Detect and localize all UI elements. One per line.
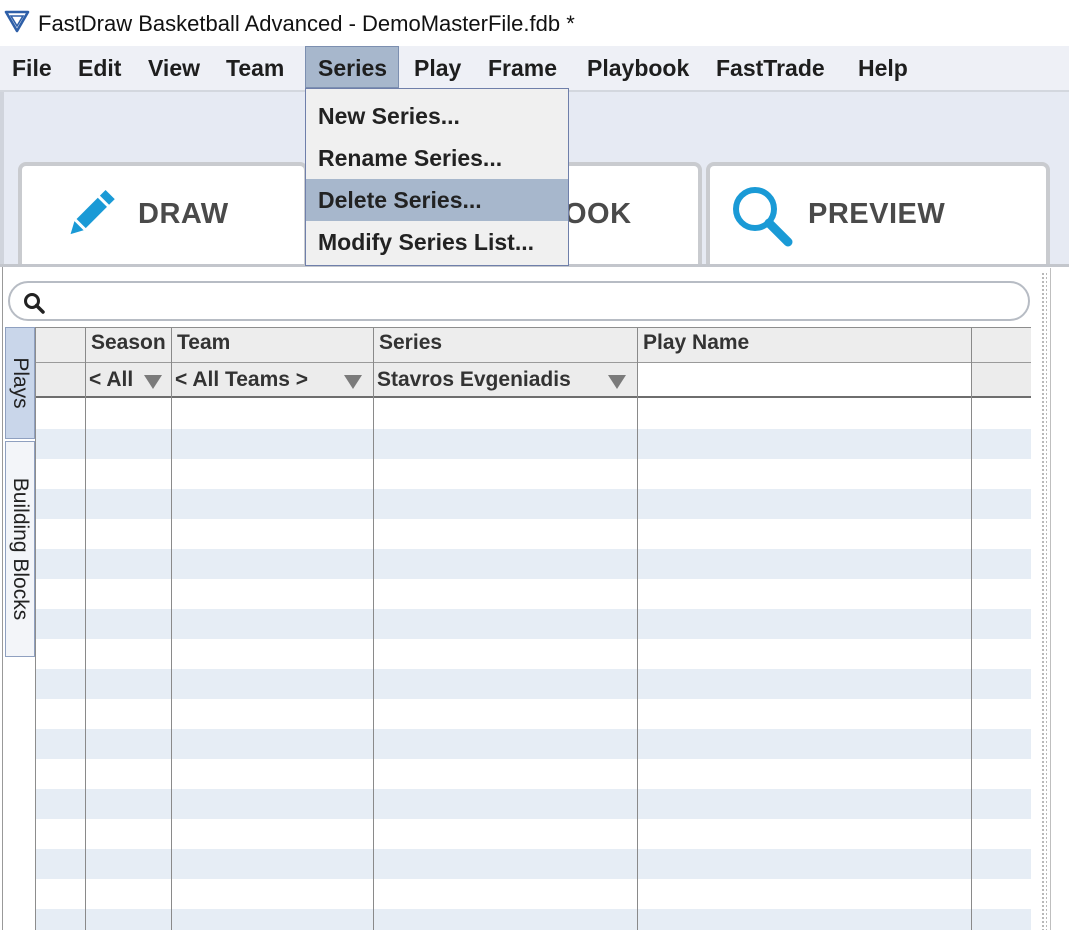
menu-file[interactable]: File [12, 46, 52, 90]
table-row[interactable] [36, 849, 1031, 879]
menu-fasttrade[interactable]: FastTrade [716, 46, 825, 90]
menu-team[interactable]: Team [226, 46, 284, 90]
side-tab-building-blocks-label: Building Blocks [9, 477, 32, 621]
side-tab-plays-label: Plays [9, 357, 32, 409]
column-header-extra[interactable] [972, 328, 1031, 362]
table-row[interactable] [36, 549, 1031, 579]
search-field[interactable] [8, 281, 1030, 321]
dropdown-arrow-icon [608, 375, 626, 389]
table-row[interactable] [36, 879, 1031, 909]
panel-border [2, 267, 3, 930]
table-header: Season Team Series Play Name [36, 328, 1031, 363]
team-filter-value: < All Teams > [175, 368, 309, 391]
column-divider [373, 328, 374, 930]
column-header-season[interactable]: Season [86, 328, 172, 362]
table-row[interactable] [36, 399, 1031, 429]
menu-view[interactable]: View [148, 46, 200, 90]
table-row[interactable] [36, 459, 1031, 489]
column-divider [85, 328, 86, 930]
menu-delete-series[interactable]: Delete Series... [306, 179, 568, 221]
column-header-team[interactable]: Team [172, 328, 374, 362]
table-row[interactable] [36, 819, 1031, 849]
plays-table: Season Team Series Play Name < All < All… [35, 327, 1031, 930]
series-filter-value: Stavros Evgeniadis [377, 368, 571, 391]
side-tab-building-blocks[interactable]: Building Blocks [5, 441, 35, 657]
series-menu-dropdown: New Series... Rename Series... Delete Se… [305, 88, 569, 266]
table-row[interactable] [36, 729, 1031, 759]
table-row[interactable] [36, 699, 1031, 729]
table-row[interactable] [36, 909, 1031, 930]
column-divider [171, 328, 172, 930]
table-row[interactable] [36, 639, 1031, 669]
search-icon [24, 293, 45, 314]
column-header-play-name[interactable]: Play Name [638, 328, 972, 362]
menu-bar: File Edit View Team Series Play Frame Pl… [0, 46, 1069, 90]
season-filter-select[interactable]: < All [86, 363, 172, 396]
dropdown-arrow-icon [144, 375, 162, 389]
table-row[interactable] [36, 669, 1031, 699]
tab-draw[interactable]: DRAW [18, 162, 308, 268]
table-row[interactable] [36, 789, 1031, 819]
filter-row: < All < All Teams > Stavros Evgeniadis [36, 363, 1031, 398]
menu-series[interactable]: Series [305, 46, 399, 88]
window-title: FastDraw Basketball Advanced - DemoMaste… [38, 11, 575, 36]
column-divider [971, 328, 972, 930]
menu-modify-series-list[interactable]: Modify Series List... [306, 221, 568, 263]
column-header-row-number[interactable] [36, 328, 86, 362]
menu-frame[interactable]: Frame [488, 46, 557, 90]
table-row[interactable] [36, 609, 1031, 639]
series-filter-select[interactable]: Stavros Evgeniadis [374, 363, 638, 396]
menu-playbook[interactable]: Playbook [587, 46, 689, 90]
tab-draw-label: DRAW [138, 198, 229, 230]
tab-preview-label: PREVIEW [808, 198, 946, 230]
season-filter-value: < All [89, 368, 134, 391]
team-filter-select[interactable]: < All Teams > [172, 363, 374, 396]
dropdown-arrow-icon [344, 375, 362, 389]
filter-spacer [36, 363, 86, 396]
column-divider [637, 328, 638, 930]
right-pane-edge [1050, 268, 1051, 930]
table-row[interactable] [36, 429, 1031, 459]
menu-rename-series[interactable]: Rename Series... [306, 137, 568, 179]
tab-preview[interactable]: PREVIEW [706, 162, 1050, 268]
column-header-series[interactable]: Series [374, 328, 638, 362]
pencil-icon [70, 189, 115, 235]
filter-extra [972, 363, 1031, 396]
fastdraw-logo-icon [4, 10, 30, 33]
table-row[interactable] [36, 519, 1031, 549]
menu-play[interactable]: Play [414, 46, 461, 90]
table-row[interactable] [36, 489, 1031, 519]
play-name-filter-input[interactable] [638, 363, 972, 396]
table-body[interactable] [36, 399, 1031, 930]
tab-playbook-label: OOK [564, 198, 632, 230]
title-bar: FastDraw Basketball Advanced - DemoMaste… [0, 0, 1069, 46]
menu-edit[interactable]: Edit [78, 46, 121, 90]
panel-edge [0, 92, 4, 266]
menu-new-series[interactable]: New Series... [306, 95, 568, 137]
split-pane-handle[interactable] [1041, 272, 1047, 930]
magnifier-icon [733, 187, 793, 247]
table-row[interactable] [36, 579, 1031, 609]
menu-help[interactable]: Help [858, 46, 908, 90]
table-row[interactable] [36, 759, 1031, 789]
side-tab-plays[interactable]: Plays [5, 327, 35, 439]
